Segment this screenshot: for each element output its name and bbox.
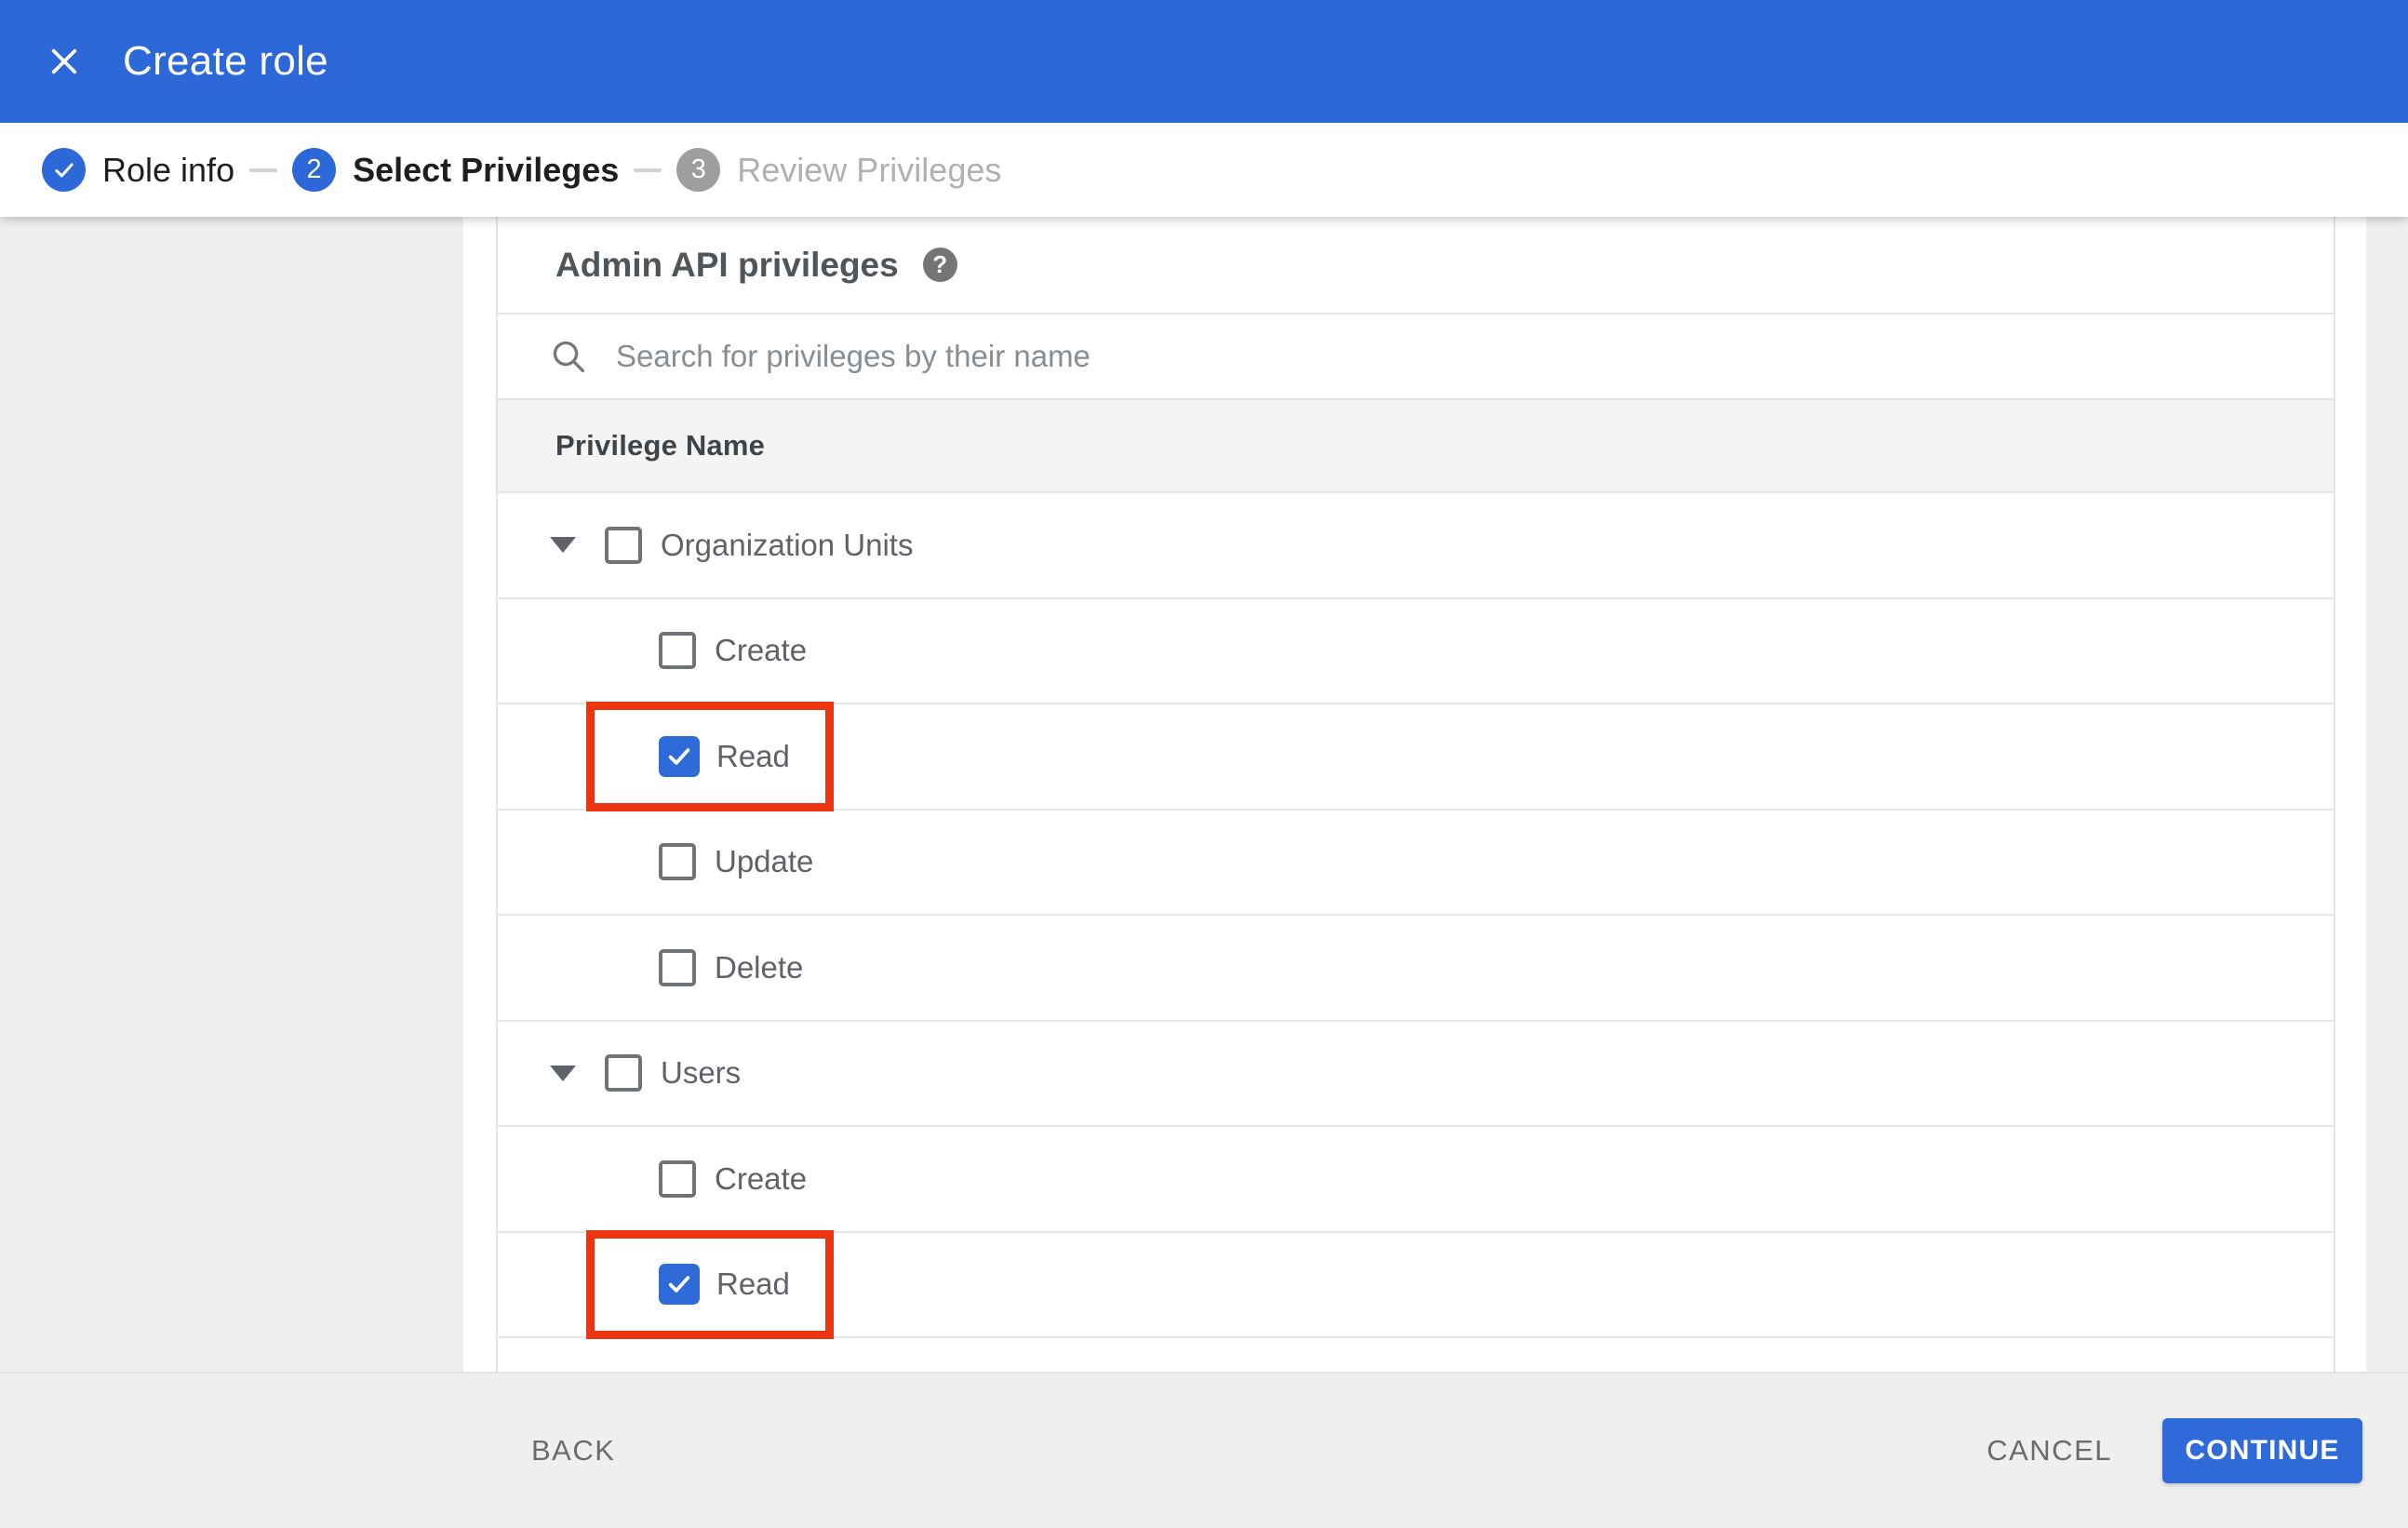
continue-button[interactable]: CONTINUE (2162, 1418, 2362, 1483)
step-connector (249, 168, 278, 172)
step-label: Select Privileges (353, 150, 620, 189)
close-button[interactable] (43, 40, 86, 83)
privileges-search-row (498, 315, 2334, 400)
privilege-row-update: Update (498, 810, 2334, 916)
check-icon (668, 1276, 690, 1293)
footer-actions: CANCEL CONTINUE (1987, 1374, 2362, 1528)
privilege-label: Update (715, 844, 814, 879)
close-x-icon (51, 48, 77, 74)
privilege-label: Read (716, 738, 790, 773)
collapse-triangle-icon[interactable] (550, 537, 576, 554)
checkbox-update[interactable] (659, 843, 696, 881)
step-role-info[interactable]: Role info (42, 148, 234, 192)
checkbox-users[interactable] (605, 1054, 642, 1092)
column-header-privilege-name: Privilege Name (555, 429, 766, 462)
highlight-box (586, 1229, 834, 1339)
privilege-label: Organization Units (661, 527, 914, 562)
checkbox-delete[interactable] (659, 948, 696, 986)
section-heading-row: Admin API privileges ? (498, 217, 2334, 315)
collapse-triangle-icon[interactable] (550, 1065, 576, 1081)
table-header-row: Privilege Name (498, 400, 2334, 493)
privilege-label: Users (661, 1055, 742, 1091)
back-button[interactable]: BACK (531, 1434, 615, 1468)
app-bar: Create role (0, 0, 2408, 123)
dialog-title: Create role (123, 38, 328, 84)
section-heading: Admin API privileges (555, 245, 899, 284)
dialog-footer: BACK CANCEL CONTINUE (0, 1372, 2408, 1528)
search-icon (553, 341, 585, 373)
step-label: Review Privileges (737, 150, 1002, 189)
highlight-box (586, 702, 834, 811)
privileges-card: Admin API privileges ? Privilege Name Or… (463, 217, 2366, 1372)
privilege-row-delete: Delete (498, 916, 2334, 1022)
step-connector (634, 168, 662, 172)
checkbox-organization-units[interactable] (605, 526, 642, 564)
privilege-row-create-users: Create (498, 1127, 2334, 1233)
step-review-privileges[interactable]: 3 Review Privileges (676, 148, 1001, 192)
privilege-row-create: Create (498, 598, 2334, 704)
step-label: Role info (102, 150, 235, 189)
stepper: Role info 2 Select Privileges 3 Review P… (0, 123, 2408, 217)
privilege-group-row-organization-units: Organization Units (498, 493, 2334, 599)
privileges-table: Admin API privileges ? Privilege Name Or… (496, 217, 2335, 1372)
check-icon (54, 163, 74, 177)
check-icon (668, 748, 690, 765)
checkbox-create-users[interactable] (659, 1159, 696, 1198)
step-number-circle: 3 (676, 148, 721, 192)
privilege-group-row-users: Users (498, 1021, 2334, 1127)
privilege-label: Delete (715, 949, 804, 985)
step-number-circle: 2 (292, 148, 337, 192)
privilege-label: Create (715, 633, 808, 668)
privilege-row-read-users: Read (498, 1229, 2334, 1339)
privileges-search-input[interactable] (616, 339, 2334, 374)
help-icon[interactable]: ? (922, 248, 957, 282)
create-role-dialog: Create role Role info 2 Select Privilege… (0, 0, 2408, 1528)
step-select-privileges[interactable]: 2 Select Privileges (292, 148, 619, 192)
checkbox-create[interactable] (659, 632, 696, 670)
privilege-row-read: Read (498, 702, 2334, 811)
checkbox-read-users-checked[interactable] (659, 1264, 700, 1306)
privilege-label: Create (715, 1160, 808, 1196)
checkbox-read-checked[interactable] (659, 735, 700, 777)
cancel-button[interactable]: CANCEL (1987, 1434, 2112, 1468)
step-complete-circle (42, 148, 86, 192)
privilege-label: Read (716, 1267, 790, 1302)
